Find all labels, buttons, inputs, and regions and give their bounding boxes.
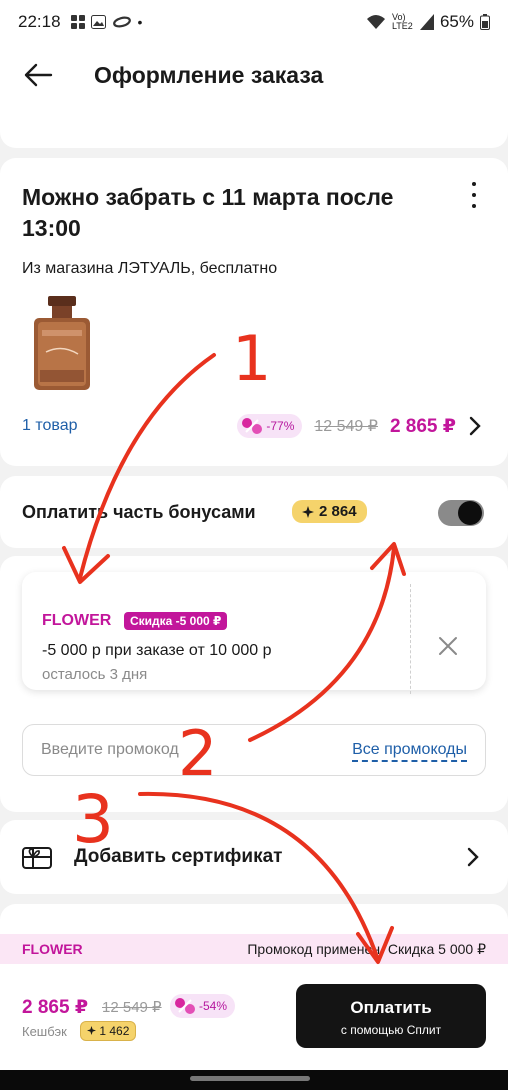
total-old-price: 12 549 ₽: [102, 999, 162, 1016]
status-bar: 22:18 • Vo) LTE2 65%: [0, 0, 508, 44]
total-discount-badge: -54%: [170, 994, 236, 1018]
product-image[interactable]: [26, 296, 98, 392]
bonus-balance-badge: 2 864: [292, 500, 367, 523]
gallery-icon: [90, 15, 106, 29]
discount-badge: -77%: [237, 414, 303, 438]
system-nav-bar: [0, 1070, 508, 1090]
coupon-discount-tag: Скидка -5 000 ₽: [124, 612, 228, 630]
pickup-title: Можно забрать с 11 марта после 13:00: [22, 184, 394, 241]
loop-app-icon: [112, 16, 131, 28]
battery-percent: 65%: [439, 12, 474, 31]
chevron-right-icon: [467, 847, 479, 867]
pickup-subtitle: Из магазина ЛЭТУАЛЬ, бесплатно: [22, 260, 278, 277]
more-options-icon[interactable]: [468, 182, 480, 208]
applied-promo-bar: FLOWER Промокод применен. Скидка 5 000 ₽: [0, 934, 508, 964]
battery-icon: [480, 14, 490, 30]
cashback-amount: 1 462: [99, 1024, 130, 1038]
percent-icon: [242, 418, 263, 434]
coupon-divider: [410, 584, 411, 694]
bonus-label: Оплатить часть бонусами: [22, 502, 256, 522]
percent-icon: [175, 998, 195, 1014]
total-price: 2 865 ₽: [22, 997, 89, 1018]
pay-button-sublabel: с помощью Сплит: [340, 1023, 442, 1037]
status-time: 22:18: [18, 12, 61, 31]
signal-icon: [419, 14, 434, 30]
toggle-knob: [458, 501, 482, 525]
chevron-right-icon[interactable]: [468, 416, 482, 436]
add-certificate-row[interactable]: Добавить сертификат: [0, 820, 508, 894]
promo-input[interactable]: Введите промокод Все промокоды: [22, 724, 486, 776]
coupon-description: -5 000 р при заказе от 10 000 р: [42, 642, 272, 659]
current-price: 2 865 ₽: [389, 415, 456, 437]
bonus-card: Оплатить часть бонусами 2 864: [0, 476, 508, 548]
home-gesture-pill[interactable]: [190, 1076, 310, 1081]
pay-button[interactable]: Оплатить с помощью Сплит: [296, 984, 486, 1048]
discount-value: -77%: [266, 419, 295, 433]
sparkle-icon: [87, 1026, 96, 1035]
price-row: -77% 12 549 ₽ 2 865 ₽: [237, 414, 482, 438]
promo-section: FLOWER Скидка -5 000 ₽ -5 000 р при зака…: [0, 556, 508, 812]
page-header: Оформление заказа: [0, 44, 508, 106]
total-discount-value: -54%: [199, 999, 228, 1013]
bonus-toggle[interactable]: [438, 500, 484, 526]
cashback-label: Кешбэк: [22, 1024, 67, 1039]
old-price: 12 549 ₽: [314, 418, 378, 435]
back-button[interactable]: [8, 45, 68, 105]
grid-app-icon: [70, 15, 85, 29]
page-title: Оформление заказа: [94, 61, 324, 88]
notification-icons: •: [70, 14, 143, 30]
all-promocodes-link[interactable]: Все промокоды: [352, 741, 467, 762]
coupon-code: FLOWER: [42, 612, 112, 629]
promo-placeholder: Введите промокод: [41, 741, 179, 758]
network-label: Vo) LTE2: [391, 12, 413, 31]
sparkle-icon: [302, 505, 314, 518]
certificate-label: Добавить сертификат: [74, 846, 283, 867]
status-dot: •: [137, 14, 143, 30]
bonus-amount: 2 864: [319, 503, 357, 520]
coupon-card[interactable]: FLOWER Скидка -5 000 ₽ -5 000 р при зака…: [22, 572, 486, 694]
gift-certificate-icon: [22, 847, 52, 869]
pickup-card: Можно забрать с 11 марта после 13:00 Из …: [0, 158, 508, 466]
coupon-remaining: осталось 3 дня: [42, 666, 148, 683]
arrow-left-icon: [24, 63, 53, 87]
applied-code: FLOWER: [22, 941, 83, 957]
close-icon[interactable]: [436, 634, 460, 658]
cashback-badge: 1 462: [80, 1021, 137, 1041]
applied-text: Промокод применен. Скидка 5 000 ₽: [247, 940, 486, 957]
status-right: Vo) LTE2 65%: [366, 12, 490, 32]
items-count-link[interactable]: 1 товар: [22, 417, 78, 435]
wifi-icon: [366, 15, 385, 29]
pay-button-label: Оплатить: [350, 998, 432, 1017]
previous-card-remnant: [0, 104, 508, 148]
checkout-bar: 2 865 ₽ 12 549 ₽ -54% Кешбэк 1 462 Оплат…: [0, 964, 508, 1070]
